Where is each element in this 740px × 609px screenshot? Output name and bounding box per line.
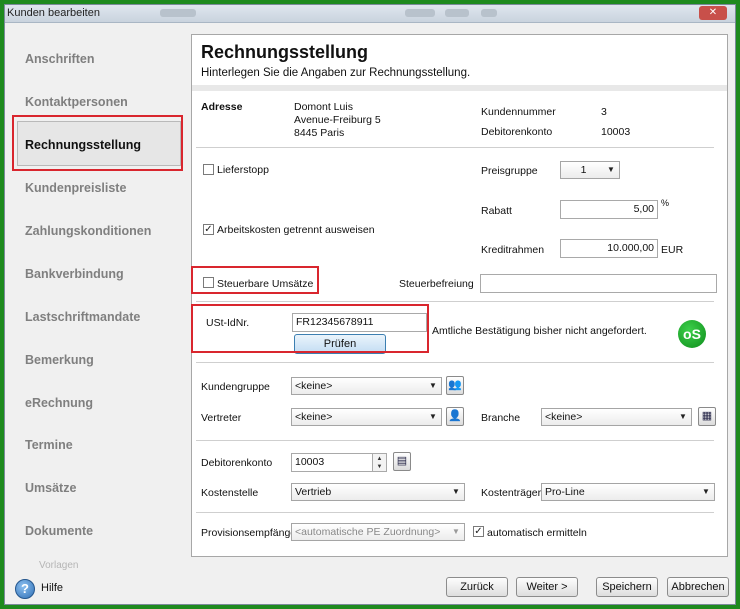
kostentraeger-label: Kostenträger [481, 487, 542, 499]
kostentraeger-value: Pro-Line [545, 486, 585, 498]
page-subtitle: Hinterlegen Sie die Angaben zur Rechnung… [201, 67, 471, 79]
chevron-down-icon: ▼ [429, 381, 437, 390]
chevron-down-icon: ▼ [452, 527, 460, 536]
sidebar-item-anschriften[interactable]: Anschriften [25, 52, 94, 66]
branche-list-icon[interactable]: ▦ [698, 407, 716, 426]
preisgruppe-dropdown[interactable]: 1 ▼ [560, 161, 620, 179]
highlight-box-steuerbare [191, 266, 319, 294]
close-icon[interactable]: ✕ [699, 6, 727, 20]
os-badge-icon[interactable]: oS [678, 320, 706, 348]
sidebar-item-erechnung[interactable]: eRechnung [25, 396, 93, 410]
debitorenkonto-info-value: 10003 [601, 126, 631, 138]
kundengruppe-value: <keine> [295, 380, 333, 392]
titlebar-blur [405, 9, 435, 17]
chevron-down-icon: ▼ [679, 412, 687, 421]
kostentraeger-dropdown[interactable]: Pro-Line ▼ [541, 483, 715, 501]
branche-value: <keine> [545, 411, 583, 423]
automatisch-checkbox[interactable]: ✓ [473, 526, 484, 537]
debitorenkonto-spinner[interactable]: ▲ ▼ [373, 453, 387, 472]
title-bar: Kunden bearbeiten ✕ [5, 5, 735, 23]
lieferstopp-checkbox[interactable] [203, 164, 214, 175]
chevron-down-icon: ▼ [452, 487, 460, 496]
preisgruppe-label: Preisgruppe [481, 165, 538, 177]
steuerbefreiung-input[interactable] [480, 274, 717, 293]
debitorenkonto-label: Debitorenkonto [201, 457, 273, 469]
separator [196, 301, 714, 302]
titlebar-blur [160, 9, 196, 17]
kreditrahmen-label: Kreditrahmen [481, 244, 545, 256]
chevron-down-icon: ▼ [702, 487, 710, 496]
vertreter-label: Vertreter [201, 412, 242, 424]
window-title: Kunden bearbeiten [7, 7, 100, 19]
address-line: Domont Luis [294, 101, 353, 113]
branche-dropdown[interactable]: <keine> ▼ [541, 408, 692, 426]
address-label: Adresse [201, 101, 243, 113]
debitorenkonto-input[interactable]: 10003 [291, 453, 373, 472]
address-line: 8445 Paris [294, 127, 345, 139]
vertreter-person-icon[interactable]: 👤 [446, 407, 464, 426]
next-button[interactable]: Weiter > [516, 577, 578, 597]
back-button[interactable]: Zurück [446, 577, 508, 597]
kundengruppe-label: Kundengruppe [201, 381, 270, 393]
sidebar-item-zahlungskonditionen[interactable]: Zahlungskonditionen [25, 224, 151, 238]
preisgruppe-value: 1 [580, 164, 587, 176]
kundengruppe-people-icon[interactable]: 👥 [446, 376, 464, 395]
rabatt-input[interactable]: 5,00 [560, 200, 658, 219]
help-icon[interactable]: ? [15, 579, 35, 599]
titlebar-blur [445, 9, 469, 17]
cancel-button[interactable]: Abbrechen [667, 577, 729, 597]
kreditrahmen-unit: EUR [661, 244, 684, 256]
page-title: Rechnungsstellung [201, 42, 369, 62]
sidebar-item-kundenpreisliste[interactable]: Kundenpreisliste [25, 181, 126, 195]
kundengruppe-dropdown[interactable]: <keine> ▼ [291, 377, 442, 395]
sidebar-item-umsaetze[interactable]: Umsätze [25, 481, 76, 495]
kostenstelle-dropdown[interactable]: Vertrieb ▼ [291, 483, 465, 501]
debitorenkonto-info-label: Debitorenkonto [481, 126, 553, 138]
separator [196, 147, 714, 148]
rabatt-label: Rabatt [481, 205, 512, 217]
ust-status-text: Amtliche Bestätigung bisher nicht angefo… [432, 325, 647, 337]
save-button[interactable]: Speichern [596, 577, 658, 597]
vertreter-dropdown[interactable]: <keine> ▼ [291, 408, 442, 426]
address-line: Avenue-Freiburg 5 [294, 114, 381, 126]
provision-value: <automatische PE Zuordnung> [295, 526, 441, 538]
separator [196, 440, 714, 441]
provision-dropdown[interactable]: <automatische PE Zuordnung> ▼ [291, 523, 465, 541]
kundennummer-value: 3 [601, 106, 607, 118]
highlight-box-rechnungsstellung [12, 115, 183, 171]
chevron-down-icon: ▼ [429, 412, 437, 421]
header-divider [192, 85, 727, 91]
kostenstelle-label: Kostenstelle [201, 487, 259, 499]
titlebar-blur [481, 9, 497, 17]
sidebar-item-bemerkung[interactable]: Bemerkung [25, 353, 94, 367]
steuerbefreiung-label: Steuerbefreiung [399, 278, 474, 290]
chevron-down-icon: ▼ [607, 165, 615, 174]
sidebar-item-kontaktpersonen[interactable]: Kontaktpersonen [25, 95, 128, 109]
kreditrahmen-input[interactable]: 10.000,00 [560, 239, 658, 258]
sidebar-item-bankverbindung[interactable]: Bankverbindung [25, 267, 124, 281]
sidebar: Anschriften Kontaktpersonen Rechnungsste… [5, 23, 191, 571]
sidebar-item-vorlagen[interactable]: Vorlagen [39, 560, 78, 571]
lieferstopp-label: Lieferstopp [217, 164, 269, 176]
separator [196, 362, 714, 363]
provision-label: Provisionsempfänge [201, 527, 297, 539]
branche-label: Branche [481, 412, 521, 424]
help-label[interactable]: Hilfe [41, 582, 63, 594]
sidebar-item-lastschriftmandate[interactable]: Lastschriftmandate [25, 310, 140, 324]
arbeitskosten-label: Arbeitskosten getrennt ausweisen [217, 224, 375, 236]
sidebar-item-dokumente[interactable]: Dokumente [25, 524, 93, 538]
rabatt-unit: % [661, 198, 670, 208]
separator [196, 512, 714, 513]
calculator-icon[interactable]: ▤ [393, 452, 411, 471]
sidebar-item-termine[interactable]: Termine [25, 438, 73, 452]
kostenstelle-value: Vertrieb [295, 486, 332, 498]
automatisch-label: automatisch ermitteln [487, 527, 587, 539]
kundennummer-label: Kundennummer [481, 106, 556, 118]
highlight-box-ust-idnr [191, 304, 429, 353]
arbeitskosten-checkbox[interactable]: ✓ [203, 224, 214, 235]
main-panel: Rechnungsstellung Hinterlegen Sie die An… [191, 34, 728, 557]
vertreter-value: <keine> [295, 411, 333, 423]
